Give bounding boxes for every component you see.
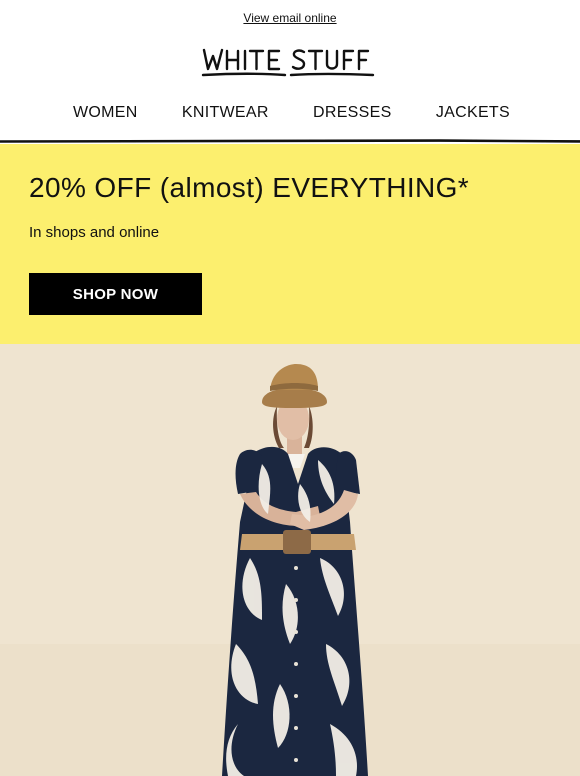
nav-item-women[interactable]: WOMEN (73, 104, 138, 122)
promo-banner: 20% OFF (almost) EVERYTHING* In shops an… (0, 144, 580, 344)
nav-item-dresses[interactable]: DRESSES (313, 104, 392, 122)
promo-headline: 20% OFF (almost) EVERYTHING* (29, 172, 470, 203)
nav-item-jackets[interactable]: JACKETS (436, 104, 510, 122)
view-email-online-link[interactable]: View email online (243, 11, 336, 25)
promo-subtext: In shops and online (29, 224, 160, 241)
shop-now-button[interactable]: SHOP NOW (29, 273, 202, 315)
hero-model-image (0, 344, 580, 776)
hero-image[interactable] (0, 344, 580, 776)
top-bar: View email online (0, 0, 580, 36)
nav-item-knitwear[interactable]: KNITWEAR (182, 104, 269, 122)
white-stuff-logo (201, 48, 375, 77)
main-nav: WOMEN KNITWEAR DRESSES JACKETS (0, 88, 580, 138)
brand-logo[interactable] (0, 36, 580, 88)
